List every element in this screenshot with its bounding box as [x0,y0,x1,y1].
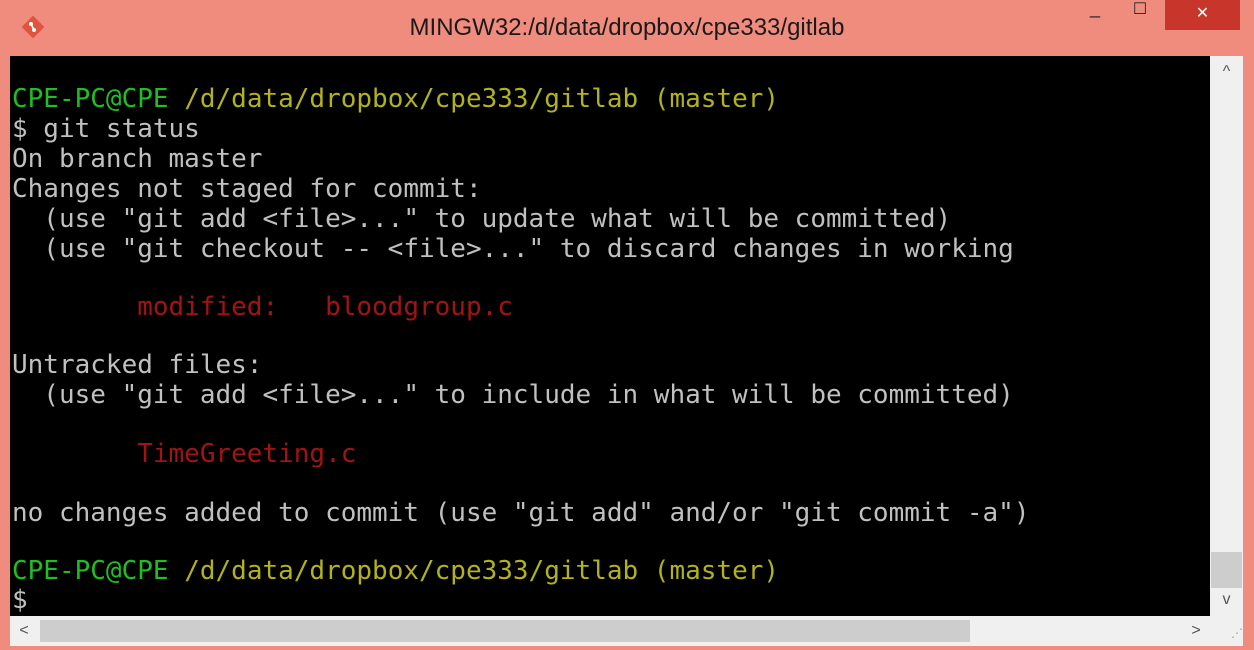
prompt-line-2: CPE-PC@CPE /d/data/dropbox/cpe333/gitlab… [12,556,779,586]
window-title: MINGW32:/d/data/dropbox/cpe333/gitlab [409,14,845,41]
output-untracked-file: TimeGreeting.c [12,439,357,469]
output-hint-add: (use "git add <file>..." to update what … [12,204,952,234]
output-untracked-header: Untracked files: [12,350,263,380]
prompt-userhost: CPE-PC@CPE [12,556,169,586]
scroll-right-icon[interactable]: > [1182,616,1210,646]
horizontal-scrollbar[interactable]: < > [10,616,1210,646]
output-modified-entry: modified: bloodgroup.c [12,292,513,322]
maximize-icon: ☐ [1132,1,1148,18]
scroll-up-icon[interactable]: ^ [1210,56,1243,84]
terminal-client-area: CPE-PC@CPE /d/data/dropbox/cpe333/gitlab… [10,56,1243,646]
vertical-scrollbar[interactable]: ^ v [1210,56,1243,616]
cursor-prompt[interactable]: $ [12,585,28,615]
maximize-button[interactable]: ☐ [1120,0,1160,30]
output-summary: no changes added to commit (use "git add… [12,498,1030,528]
output-on-branch: On branch master [12,144,263,174]
terminal-window: MINGW32:/d/data/dropbox/cpe333/gitlab _ … [0,0,1254,650]
title-bar[interactable]: MINGW32:/d/data/dropbox/cpe333/gitlab _ … [0,0,1254,56]
scroll-left-icon[interactable]: < [10,616,38,646]
minimize-icon: _ [1089,0,1100,18]
output-changes-header: Changes not staged for commit: [12,174,482,204]
command-line: $ git status [12,114,200,144]
prompt-line-1: CPE-PC@CPE /d/data/dropbox/cpe333/gitlab… [12,84,779,114]
output-hint-checkout: (use "git checkout -- <file>..." to disc… [12,234,1014,264]
terminal-output[interactable]: CPE-PC@CPE /d/data/dropbox/cpe333/gitlab… [10,56,1210,616]
resize-grip-icon[interactable]: ⋰ [1210,616,1243,646]
close-button[interactable]: ✕ [1165,0,1240,30]
horizontal-scroll-thumb[interactable] [40,620,970,642]
minimize-button[interactable]: _ [1075,0,1115,30]
output-hint-untracked: (use "git add <file>..." to include in w… [12,380,1014,410]
prompt-path: /d/data/dropbox/cpe333/gitlab (master) [184,84,780,114]
prompt-path: /d/data/dropbox/cpe333/gitlab (master) [184,556,780,586]
close-icon: ✕ [1195,5,1210,22]
prompt-userhost: CPE-PC@CPE [12,84,169,114]
scroll-down-icon[interactable]: v [1210,588,1243,616]
vertical-scroll-thumb[interactable] [1211,552,1242,588]
